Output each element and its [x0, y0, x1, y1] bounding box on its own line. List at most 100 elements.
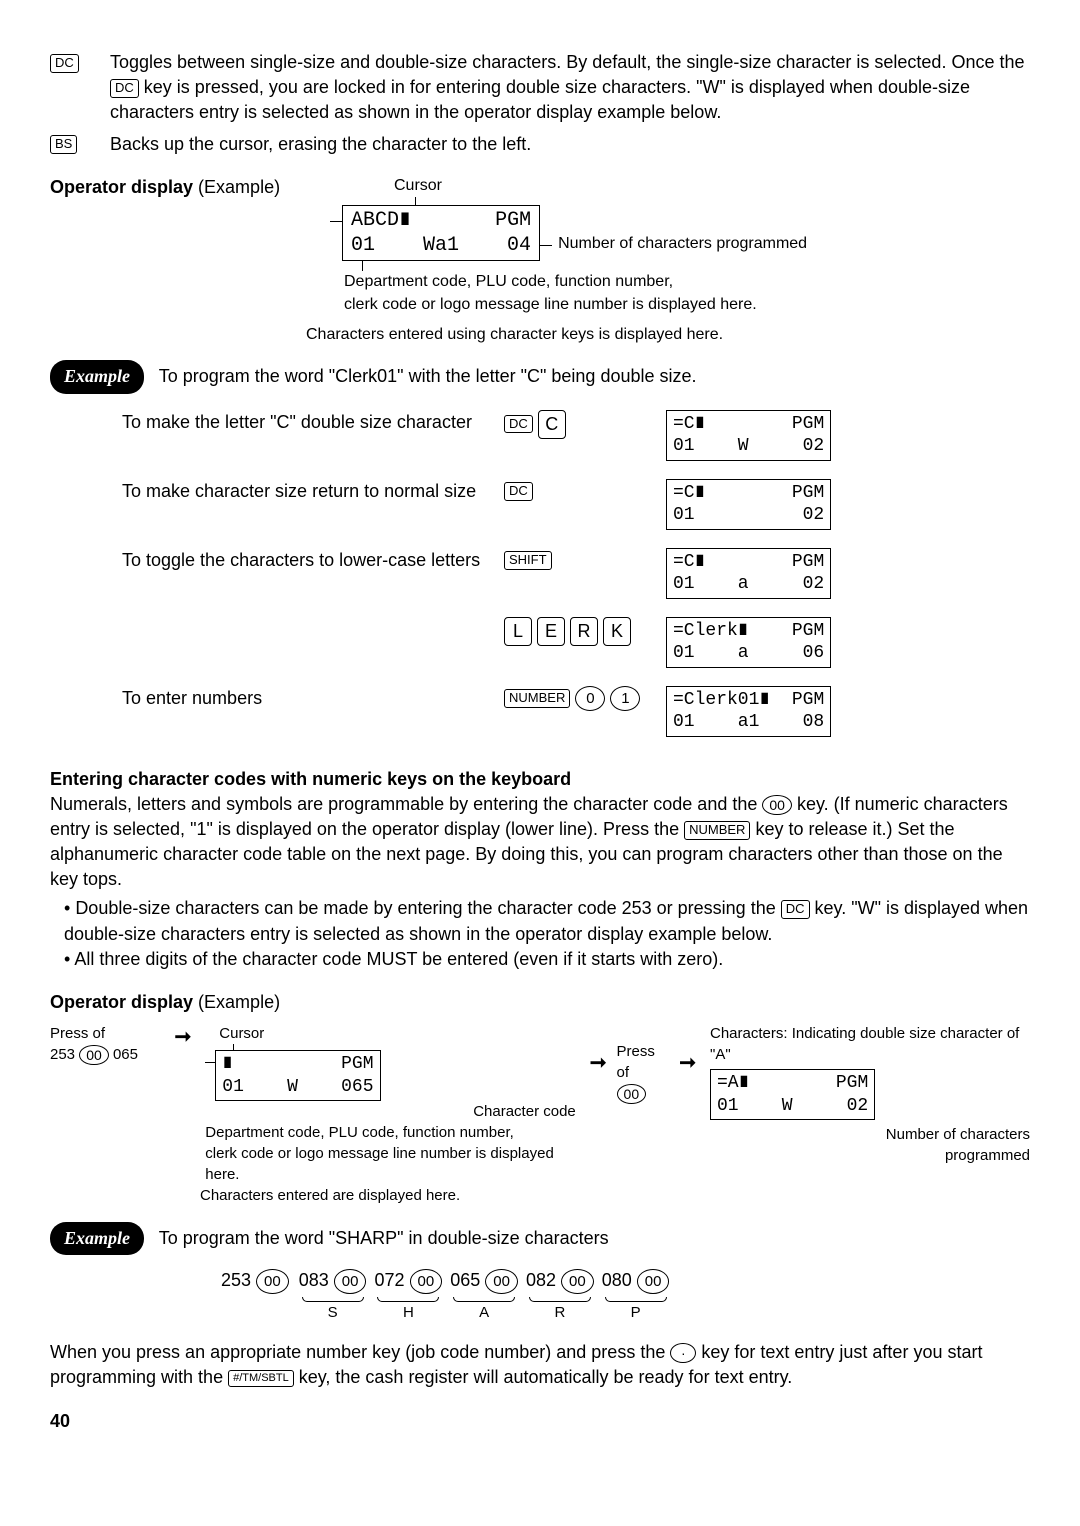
press-of-label: Press of — [50, 1023, 175, 1044]
display: =C∎ PGM 01 a 02 — [666, 548, 831, 599]
cursor-label: Cursor — [219, 1023, 576, 1044]
oval-00-keycap: 00 — [410, 1269, 443, 1294]
display: =Clerk∎ PGM 01 a 06 — [666, 617, 831, 668]
sharp-sequence: 253 00 083 00 072 00 065 00 082 00 080 0… — [220, 1267, 1030, 1324]
label: Department code, PLU code, function numb… — [344, 271, 807, 293]
text: 253 — [221, 1270, 256, 1290]
final-para: When you press an appropriate number key… — [50, 1340, 1030, 1390]
section2-para: Numerals, letters and symbols are progra… — [50, 792, 1030, 893]
brace-letter: H — [403, 1304, 414, 1321]
operator-display-2a: ∎ PGM 01 W 065 — [215, 1050, 380, 1101]
label: Number of characters — [710, 1124, 1030, 1145]
text: key, the cash register will automaticall… — [299, 1367, 793, 1387]
display: =C∎ PGM 01 02 — [666, 479, 831, 530]
text: 065 — [109, 1046, 138, 1063]
l-keycap: L — [504, 617, 532, 646]
r-keycap: R — [570, 617, 598, 646]
dc-def-text: Toggles between single-size and double-s… — [110, 50, 1030, 126]
tmsbtl-keycap: #/TM/SBTL — [228, 1370, 294, 1386]
oval-00-keycap: 00 — [637, 1269, 670, 1294]
key-def-dc: DC Toggles between single-size and doubl… — [50, 50, 1030, 126]
label: (Example) — [193, 992, 280, 1012]
e-keycap: E — [537, 617, 565, 646]
steps-table: To make the letter "C" double size chara… — [110, 400, 843, 747]
display-line: ABCD∎ PGM — [351, 209, 531, 232]
text: Double-size characters can be made by en… — [75, 898, 780, 918]
brace-letter: R — [554, 1304, 565, 1321]
dc-keycap-inline: DC — [110, 79, 139, 98]
display-line: ∎ PGM — [222, 1054, 373, 1074]
oval-00-keycap: 00 — [617, 1084, 647, 1104]
section2-heading: Entering character codes with numeric ke… — [50, 767, 1030, 792]
char-code-label: Character code — [205, 1101, 576, 1122]
label: Number of characters programmed — [558, 233, 807, 255]
text: When you press an appropriate number key… — [50, 1342, 670, 1362]
display: =Clerk01∎ PGM 01 a1 08 — [666, 686, 831, 737]
dc-keycap: DC — [781, 900, 810, 919]
cursor-label: Cursor — [394, 175, 807, 197]
dc-keycap: DC — [504, 415, 533, 434]
oval-00-keycap: 00 — [762, 795, 792, 815]
bullet-1: • Double-size characters can be made by … — [64, 896, 1030, 946]
dc-keycap: DC — [50, 54, 79, 73]
example-badge: Example — [50, 1222, 144, 1255]
oval-00-keycap: 00 — [334, 1269, 367, 1294]
display-line: 01 W 065 — [222, 1077, 373, 1097]
display-line: 01 W 02 — [717, 1096, 868, 1116]
code: 065 — [450, 1270, 480, 1290]
brace-letter: P — [631, 1304, 641, 1321]
arrow-icon: ➞ — [175, 1023, 192, 1051]
operator-display-heading-2: Operator display (Example) — [50, 990, 1030, 1015]
code: 082 — [526, 1270, 556, 1290]
brace-letter: S — [328, 1304, 338, 1321]
text: Numerals, letters and symbols are progra… — [50, 794, 762, 814]
text: key is pressed, you are locked in for en… — [110, 77, 970, 122]
text: Toggles between single-size and double-s… — [110, 52, 1025, 72]
bullet-2: • All three digits of the character code… — [64, 947, 1030, 972]
number-keycap: NUMBER — [684, 821, 750, 840]
press-of-label: Press of — [617, 1041, 670, 1083]
operator-display-heading: Operator display (Example) — [50, 175, 330, 200]
step-label: To make the letter "C" double size chara… — [112, 402, 492, 469]
operator-display-2b: =A∎ PGM 01 W 02 — [710, 1069, 875, 1120]
text: All three digits of the character code M… — [74, 949, 723, 969]
arrow-icon: ➞ — [679, 1049, 696, 1077]
one-keycap: 1 — [610, 686, 640, 711]
label: Characters entered using character keys … — [306, 324, 807, 346]
step-label: To enter numbers — [112, 678, 492, 745]
label: Department code, PLU code, function numb… — [205, 1122, 576, 1143]
display-line: 01 Wa1 04 — [351, 234, 531, 257]
arrow-icon: ➞ — [590, 1049, 607, 1077]
oval-00-keycap: 00 — [256, 1269, 289, 1294]
label: Operator display — [50, 177, 193, 197]
right-title: Characters: Indicating double size chara… — [710, 1023, 1030, 1065]
label: Characters entered are displayed here. — [200, 1185, 1030, 1206]
example1-text: To program the word "Clerk01" with the l… — [159, 366, 697, 386]
example2-text: To program the word "SHARP" in double-si… — [159, 1228, 609, 1248]
code: 083 — [299, 1270, 329, 1290]
oval-00-keycap: 00 — [79, 1045, 109, 1065]
code: 072 — [374, 1270, 404, 1290]
text: 253 — [50, 1046, 79, 1063]
shift-keycap: SHIFT — [504, 551, 552, 570]
label: clerk code or logo message line number i… — [205, 1143, 576, 1185]
bs-keycap: BS — [50, 135, 77, 154]
label: Operator display — [50, 992, 193, 1012]
bs-def-text: Backs up the cursor, erasing the charact… — [110, 132, 1030, 157]
press-seq: 253 00 065 — [50, 1044, 175, 1065]
oval-00-keycap: 00 — [561, 1269, 594, 1294]
brace-letter: A — [479, 1304, 489, 1321]
oval-00-keycap: 00 — [485, 1269, 518, 1294]
display: =C∎ PGM 01 W 02 — [666, 410, 831, 461]
dc-keycap: DC — [504, 482, 533, 501]
example-badge: Example — [50, 360, 144, 393]
step-label — [112, 609, 492, 676]
label: (Example) — [193, 177, 280, 197]
dot-keycap: · — [670, 1343, 696, 1363]
label: programmed — [710, 1145, 1030, 1166]
k-keycap: K — [603, 617, 631, 646]
label: clerk code or logo message line number i… — [344, 294, 807, 316]
step-label: To toggle the characters to lower-case l… — [112, 540, 492, 607]
page-number: 40 — [50, 1409, 1030, 1434]
step-label: To make character size return to normal … — [112, 471, 492, 538]
